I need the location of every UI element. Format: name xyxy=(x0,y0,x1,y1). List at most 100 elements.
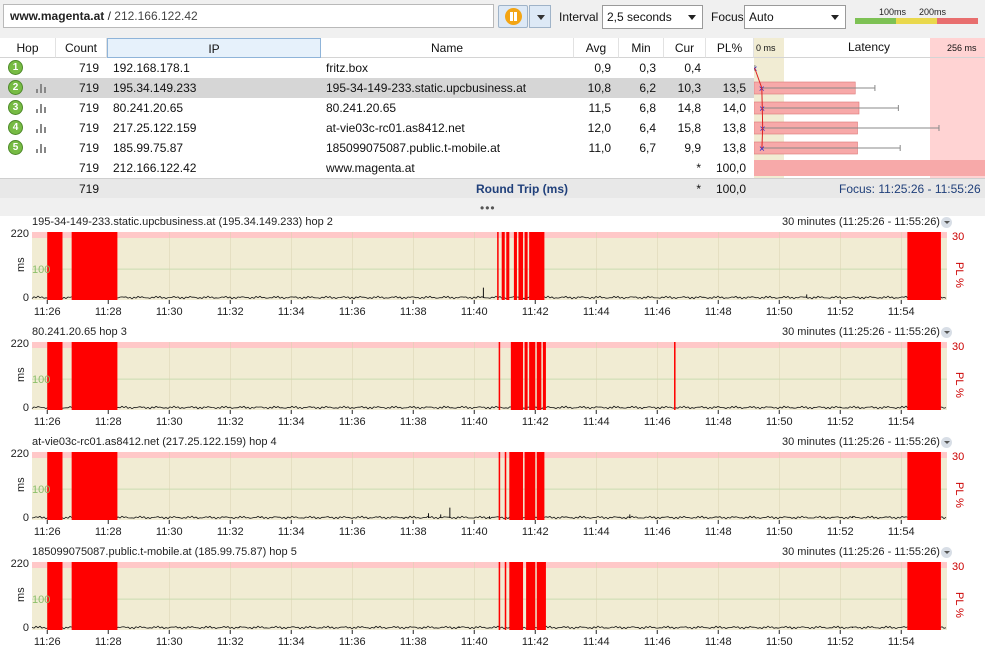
packet-loss-bar xyxy=(504,562,507,630)
graph-title: 185099075087.public.t-mobile.at (185.99.… xyxy=(32,546,297,558)
cell-cur: 15,8 xyxy=(677,121,701,135)
column-avg[interactable]: Avg xyxy=(574,38,619,58)
graph-time-range[interactable]: 30 minutes (11:25:26 - 11:55:26) xyxy=(782,436,940,448)
table-row[interactable]: 1 719 192.168.178.1 fritz.box 0,9 0,3 0,4 xyxy=(0,58,754,78)
pl-axis-label: PL % xyxy=(953,592,965,618)
cell-min: 0,3 xyxy=(639,61,656,75)
graph-title: 80.241.20.65 hop 3 xyxy=(32,326,127,338)
graph-title: 195-34-149-233.static.upcbusiness.at (19… xyxy=(32,216,333,228)
hop-table: Hop Count IP Name Avg Min Cur PL% 0 ms L… xyxy=(0,38,985,198)
x-tick-label: 11:26 xyxy=(34,636,61,648)
column-latency[interactable]: 0 ms Latency 256 ms xyxy=(754,38,985,58)
chevron-down-icon[interactable] xyxy=(941,437,952,448)
graph-time-range[interactable]: 30 minutes (11:25:26 - 11:55:26) xyxy=(782,546,940,558)
column-cur[interactable]: Cur xyxy=(664,38,706,58)
packet-loss-bar xyxy=(674,342,676,410)
graph-time-range[interactable]: 30 minutes (11:25:26 - 11:55:26) xyxy=(782,326,940,338)
graph-icon[interactable] xyxy=(36,104,46,113)
column-min[interactable]: Min xyxy=(619,38,664,58)
chevron-down-icon[interactable] xyxy=(941,547,952,558)
x-tick-label: 11:34 xyxy=(278,416,305,428)
packet-loss-bar xyxy=(509,562,524,630)
x-tick-label: 11:52 xyxy=(827,306,854,318)
target-separator: / xyxy=(104,9,115,23)
x-tick-label: 11:36 xyxy=(339,636,366,648)
column-count[interactable]: Count xyxy=(56,38,107,58)
packet-loss-bar xyxy=(513,232,517,300)
splitter[interactable]: ••• xyxy=(0,198,985,215)
pause-button[interactable] xyxy=(498,5,528,28)
column-name[interactable]: Name xyxy=(321,38,574,58)
x-tick-label: 11:52 xyxy=(827,526,854,538)
packet-loss-bar xyxy=(907,232,941,300)
y-axis-label: ms xyxy=(15,587,27,602)
chevron-down-icon[interactable] xyxy=(941,327,952,338)
splitter-grip-icon: ••• xyxy=(480,201,496,215)
graph-icon[interactable] xyxy=(36,84,46,93)
graph-icon[interactable] xyxy=(36,124,46,133)
table-row[interactable]: 719 212.166.122.42 www.magenta.at * 100,0 xyxy=(0,158,754,178)
y-tick-label: 0 xyxy=(23,292,29,304)
hop-graph: 220 100 0 ms 30 PL % 11:26 11:28 11:30 11:32 11:34… xyxy=(0,326,985,436)
y-tick-label: 100 xyxy=(32,264,50,276)
cell-pl: 13,8 xyxy=(722,121,746,135)
y-axis-label: ms xyxy=(15,367,27,382)
cell-name: 80.241.20.65 xyxy=(326,101,397,115)
cell-name: 195-34-149-233.static.upcbusiness.at xyxy=(326,81,527,95)
y-tick-label: 220 xyxy=(11,338,29,350)
focus-label: Focus xyxy=(711,10,744,24)
cell-pl: 14,0 xyxy=(722,101,746,115)
table-row[interactable]: 3 719 80.241.20.65 80.241.20.65 11,5 6,8 14,8 1… xyxy=(0,98,754,118)
packet-loss-bar xyxy=(754,160,985,176)
graph-icon[interactable] xyxy=(36,144,46,153)
cell-name: 185099075087.public.t-mobile.at xyxy=(326,141,501,155)
cell-cur: 10,3 xyxy=(677,81,701,95)
x-tick-label: 11:30 xyxy=(156,306,183,318)
x-tick-label: 11:28 xyxy=(95,416,122,428)
x-tick-label: 11:52 xyxy=(827,636,854,648)
packet-loss-bar xyxy=(510,342,524,410)
legend-100ms: 100ms xyxy=(879,7,907,17)
chevron-down-icon[interactable] xyxy=(941,217,952,228)
packet-loss-bar xyxy=(71,452,118,520)
hop-number-badge: 1 xyxy=(8,60,23,75)
table-row[interactable]: 5 719 185.99.75.87 185099075087.public.t-mo… xyxy=(0,138,754,158)
x-tick-label: 11:46 xyxy=(644,416,671,428)
column-hop[interactable]: Hop xyxy=(0,38,56,58)
latency-max-label: 256 ms xyxy=(947,43,977,53)
x-tick-label: 11:48 xyxy=(705,636,732,648)
target-field[interactable]: www.magenta.at / 212.166.122.42 xyxy=(3,4,494,28)
focus-select[interactable]: Auto xyxy=(744,5,846,29)
pause-dropdown-button[interactable] xyxy=(529,5,551,28)
x-tick-label: 11:30 xyxy=(156,416,183,428)
pause-icon xyxy=(505,8,522,25)
x-tick-label: 11:34 xyxy=(278,526,305,538)
table-row[interactable]: 4 719 217.25.122.159 at-vie03c-rc01.as8412.… xyxy=(0,118,754,138)
y-tick-label: 100 xyxy=(32,374,50,386)
cell-cur: 14,8 xyxy=(677,101,701,115)
cell-avg: 10,8 xyxy=(587,81,611,95)
x-tick-label: 11:32 xyxy=(217,416,244,428)
x-tick-label: 11:42 xyxy=(522,636,549,648)
graph-time-range[interactable]: 30 minutes (11:25:26 - 11:55:26) xyxy=(782,216,940,228)
cell-cur: * xyxy=(696,161,701,175)
x-tick-label: 11:48 xyxy=(705,416,732,428)
x-tick-label: 11:34 xyxy=(278,306,305,318)
x-tick-label: 11:32 xyxy=(217,636,244,648)
x-tick-label: 11:46 xyxy=(644,636,671,648)
x-tick-label: 11:54 xyxy=(888,636,915,648)
cell-ip: 195.34.149.233 xyxy=(113,81,197,95)
latency-legend: 100ms 200ms xyxy=(855,6,978,26)
cell-name: www.magenta.at xyxy=(326,161,415,175)
cell-ip: 80.241.20.65 xyxy=(113,101,184,115)
x-tick-label: 11:30 xyxy=(156,636,183,648)
column-ip[interactable]: IP xyxy=(107,38,321,58)
summary-label: Round Trip (ms) xyxy=(476,182,568,196)
interval-select[interactable]: 2,5 seconds xyxy=(602,5,703,29)
cell-pl: 100,0 xyxy=(715,161,746,175)
hop-number-badge: 5 xyxy=(8,140,23,155)
column-pl[interactable]: PL% xyxy=(706,38,754,58)
x-tick-label: 11:38 xyxy=(400,416,427,428)
table-row[interactable]: 2 719 195.34.149.233 195-34-149-233.static.… xyxy=(0,78,754,98)
x-tick-label: 11:50 xyxy=(766,306,793,318)
